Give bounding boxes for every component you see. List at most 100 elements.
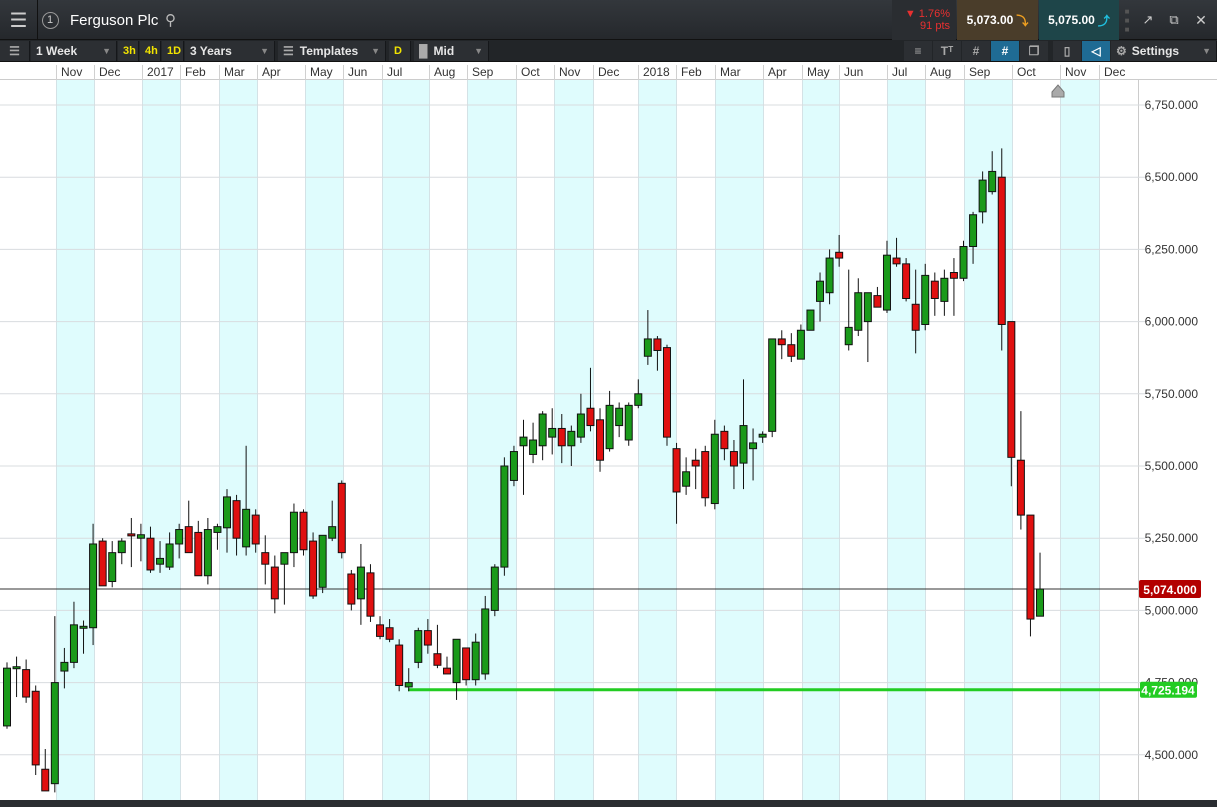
expand-icon[interactable]: ↗: [1135, 0, 1161, 40]
candle-down: [596, 419, 605, 461]
menu-icon[interactable]: ☰: [0, 0, 38, 40]
list-icon[interactable]: ☰: [0, 41, 30, 61]
candle-down: [701, 451, 710, 499]
candle-up: [481, 608, 490, 675]
candle-down: [232, 500, 241, 539]
candle-down: [251, 514, 260, 545]
month-label: May: [305, 65, 333, 80]
price-chart[interactable]: 6,750.000 6,500.000 6,250.000 6,000.000 5,75…: [0, 80, 1217, 800]
candle-down: [557, 427, 566, 447]
candle-up: [969, 214, 978, 248]
candle-down: [98, 540, 107, 587]
quick-4h-button[interactable]: 4h: [140, 41, 161, 61]
candle-down: [949, 272, 958, 279]
month-label: Apr: [257, 65, 281, 80]
candle-up: [643, 338, 652, 357]
candle-down: [366, 572, 375, 617]
candle-down: [31, 690, 40, 766]
candle-down: [997, 176, 1006, 325]
price-tick-label: 5,500.000: [1145, 459, 1199, 473]
candle-up: [60, 661, 69, 672]
month-label: Aug: [925, 65, 951, 80]
templates-select[interactable]: ☰ Templates ▼: [278, 41, 386, 61]
text-tool-icon[interactable]: Tᵀ: [933, 41, 961, 61]
candle-up: [844, 326, 853, 346]
month-label: Dec: [593, 65, 619, 80]
layers-icon[interactable]: ❐: [1020, 41, 1048, 61]
candle-down: [22, 669, 31, 698]
candle-up: [921, 274, 930, 325]
candle-up: [576, 413, 585, 438]
candle-up: [222, 496, 231, 529]
candle-down: [873, 295, 882, 308]
month-label: Jun: [343, 65, 367, 80]
price-tick-label: 4,500.000: [1145, 748, 1199, 762]
candle-up: [959, 246, 968, 279]
month-label: Mar: [219, 65, 245, 80]
search-icon[interactable]: ⚲: [165, 0, 176, 40]
drag-handle[interactable]: ■ ■ ■: [1120, 0, 1134, 40]
price-tick-label: 5,000.000: [1145, 603, 1199, 617]
d-button[interactable]: D: [389, 41, 411, 61]
candle-up: [165, 543, 174, 568]
month-label: Oct: [516, 65, 540, 80]
price-tick-label: 6,000.000: [1145, 315, 1199, 329]
quick-3h-button[interactable]: 3h: [118, 41, 139, 61]
candle-up: [988, 170, 997, 193]
sell-button[interactable]: 5,073.00 ⤵: [957, 0, 1038, 40]
candle-up: [213, 526, 222, 533]
range-select[interactable]: 3 Years ▼: [185, 41, 275, 61]
chart-type-icon[interactable]: ▯: [1053, 41, 1081, 61]
candle-up: [758, 433, 767, 438]
candle-down: [395, 644, 404, 686]
instrument-title[interactable]: Ferguson Plc: [70, 0, 158, 40]
price-tick-label: 6,250.000: [1145, 242, 1199, 256]
month-label: Mar: [715, 65, 741, 80]
candle-up: [548, 427, 557, 438]
candle-up: [79, 625, 88, 629]
candle-up: [318, 534, 327, 588]
interval-select[interactable]: 1 Week ▼: [31, 41, 117, 61]
candle-up: [863, 292, 872, 323]
candle-up: [156, 557, 165, 565]
month-label: Dec: [1099, 65, 1125, 80]
up-arrow-icon: ⤴: [1097, 13, 1110, 28]
candle-up: [538, 413, 547, 447]
candle-down: [433, 653, 442, 666]
popout-icon[interactable]: ⧉: [1161, 0, 1187, 40]
buy-button[interactable]: 5,075.00 ⤴: [1039, 0, 1119, 40]
month-label: Nov: [554, 65, 580, 80]
price-tick-label: 5,250.000: [1145, 531, 1199, 545]
month-shade: [802, 80, 839, 800]
candle-down: [270, 566, 279, 600]
candle-down: [930, 280, 939, 299]
price-type-select[interactable]: █ Mid ▼: [414, 41, 489, 61]
candle-up: [490, 566, 499, 611]
candle-down: [1007, 321, 1016, 458]
label-tag-icon[interactable]: ◁: [1082, 41, 1110, 61]
month-shade: [219, 80, 257, 800]
settings-button[interactable]: ⚙ Settings ▼: [1111, 41, 1217, 61]
candle-up: [328, 526, 337, 539]
candle-up: [768, 338, 777, 432]
candle-down: [337, 482, 346, 554]
close-icon[interactable]: ✕: [1187, 0, 1215, 40]
month-label: Feb: [180, 65, 206, 80]
bottom-scrollbar[interactable]: [0, 800, 1217, 807]
candle-up: [108, 552, 117, 583]
month-label: Feb: [676, 65, 702, 80]
candle-up: [634, 393, 643, 406]
grid-icon[interactable]: #: [962, 41, 990, 61]
indicators-icon[interactable]: ≡: [904, 41, 932, 61]
candle-down: [299, 511, 308, 551]
candle-up: [978, 179, 987, 213]
month-shade: [887, 80, 925, 800]
candle-down: [729, 451, 738, 467]
quick-1d-button[interactable]: 1D: [162, 41, 184, 61]
month-label: Jun: [839, 65, 863, 80]
drawing-tools-icon[interactable]: #: [991, 41, 1019, 61]
current-price-label: 5,074.000: [1143, 583, 1197, 597]
candle-down: [653, 338, 662, 351]
candle-up: [203, 529, 212, 577]
candle-down: [1026, 514, 1035, 620]
